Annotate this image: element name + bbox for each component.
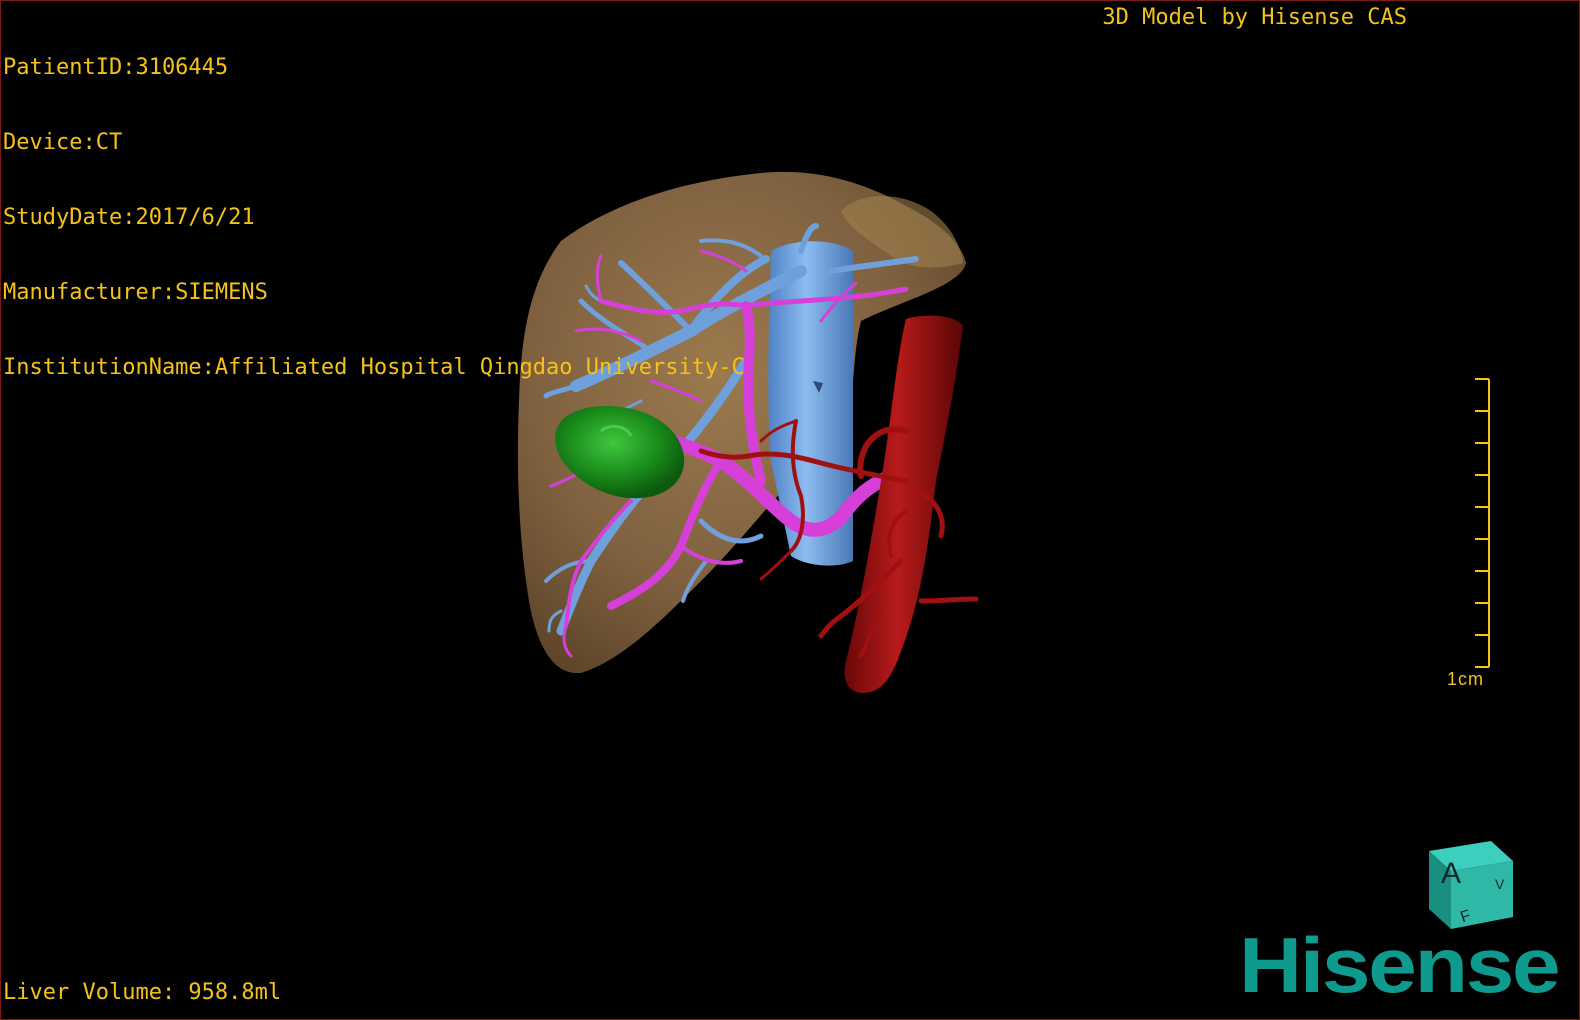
institution-name-label: InstitutionName:Affiliated Hospital Qing…	[3, 355, 745, 380]
model-credit-label: 3D Model by Hisense CAS	[1102, 5, 1407, 30]
patient-info-panel: PatientID:3106445 Device:CT StudyDate:20…	[3, 5, 745, 430]
liver-volume-label: Liver Volume: 958.8ml	[3, 980, 282, 1005]
hisense-logo: Hisense	[1239, 921, 1561, 1009]
patient-id-label: PatientID:3106445	[3, 55, 229, 80]
scale-bar-label: 1cm	[1447, 669, 1485, 689]
study-date-label: StudyDate:2017/6/21	[3, 205, 255, 230]
aorta	[844, 315, 963, 693]
3d-viewport[interactable]: PatientID:3106445 Device:CT StudyDate:20…	[0, 0, 1580, 1020]
manufacturer-label: Manufacturer:SIEMENS	[3, 280, 268, 305]
cube-front-label: A	[1441, 857, 1461, 890]
cube-side-label: V	[1495, 876, 1505, 892]
device-label: Device:CT	[3, 130, 123, 155]
scale-bar-icon	[1475, 378, 1490, 668]
